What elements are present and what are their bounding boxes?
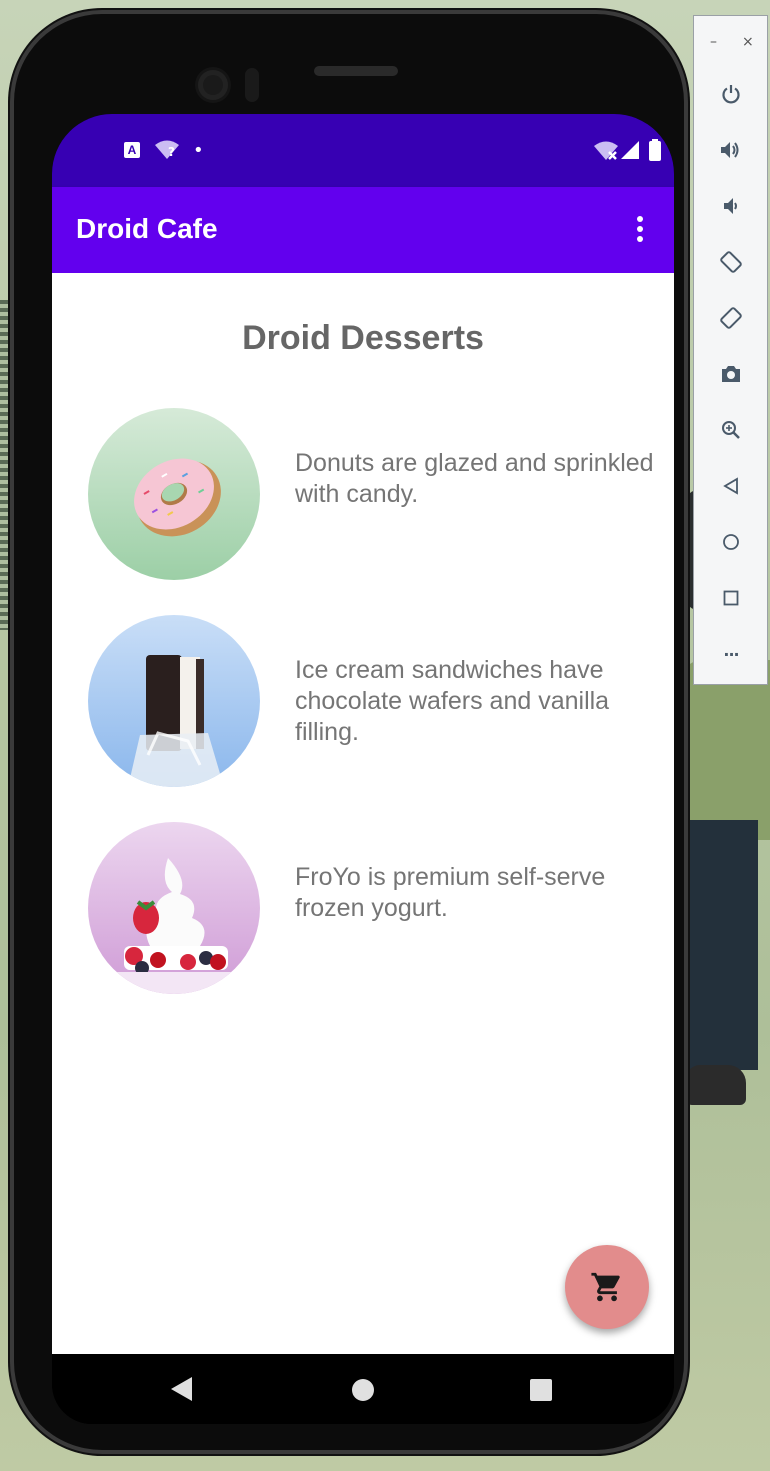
- rotate-right-icon[interactable]: [712, 299, 750, 337]
- front-camera: [198, 70, 228, 100]
- volume-up-icon[interactable]: [712, 131, 750, 169]
- zoom-icon[interactable]: [712, 411, 750, 449]
- more-vert-icon[interactable]: [620, 209, 660, 249]
- status-bar: A ? •: [52, 114, 674, 187]
- cart-fab[interactable]: [565, 1245, 649, 1329]
- list-item-donut: Donuts are glazed and sprinkled with can…: [88, 408, 654, 580]
- donut-image[interactable]: [88, 408, 260, 580]
- device-screen: A ? • Droid Cafe Droid Desserts Donuts a…: [52, 114, 674, 1424]
- signal-icon: [620, 140, 640, 160]
- app-bar: Droid Cafe: [52, 187, 674, 273]
- ice-cream-sandwich-description: Ice cream sandwiches have chocolate wafe…: [295, 656, 610, 746]
- wifi-x-icon: [593, 140, 619, 162]
- sensor: [245, 68, 259, 102]
- more-icon[interactable]: ···: [712, 635, 750, 673]
- volume-down-icon[interactable]: [712, 187, 750, 225]
- emulator-back-icon[interactable]: [712, 467, 750, 505]
- wallpaper-decoration: [0, 300, 14, 630]
- froyo-image[interactable]: [88, 822, 260, 994]
- power-icon[interactable]: [712, 75, 750, 113]
- navigation-bar: [52, 1354, 674, 1424]
- shopping-cart-icon: [591, 1272, 620, 1302]
- donut-description: Donuts are glazed and sprinkled with can…: [295, 449, 654, 508]
- emulator-toolbar: – × ···: [693, 15, 768, 685]
- back-icon[interactable]: [170, 1376, 194, 1406]
- app-title: Droid Cafe: [76, 213, 218, 244]
- list-item-froyo: FroYo is premium self-serve frozen yogur…: [88, 822, 648, 994]
- earpiece-speaker: [314, 66, 398, 76]
- home-icon[interactable]: [351, 1378, 375, 1406]
- ice-cream-sandwich-image[interactable]: [88, 615, 260, 787]
- phone-frame: A ? • Droid Cafe Droid Desserts Donuts a…: [14, 14, 684, 1450]
- emulator-home-icon[interactable]: [712, 523, 750, 561]
- rotate-left-icon[interactable]: [712, 243, 750, 281]
- page-heading: Droid Desserts: [242, 319, 484, 357]
- main-content: Droid Desserts Donuts are glazed and spr…: [52, 273, 674, 1354]
- froyo-description: FroYo is premium self-serve frozen yogur…: [295, 863, 606, 922]
- accessibility-icon: A: [124, 142, 140, 158]
- list-item-ice-cream-sandwich: Ice cream sandwiches have chocolate wafe…: [88, 615, 648, 787]
- minimize-button[interactable]: –: [710, 34, 717, 50]
- notification-dot-icon: •: [193, 140, 204, 161]
- recents-icon[interactable]: [530, 1379, 552, 1405]
- close-button[interactable]: ×: [742, 34, 754, 50]
- overview-icon[interactable]: [712, 579, 750, 617]
- battery-icon: [649, 139, 661, 161]
- camera-icon[interactable]: [712, 355, 750, 393]
- wifi-question-icon: ?: [154, 139, 180, 161]
